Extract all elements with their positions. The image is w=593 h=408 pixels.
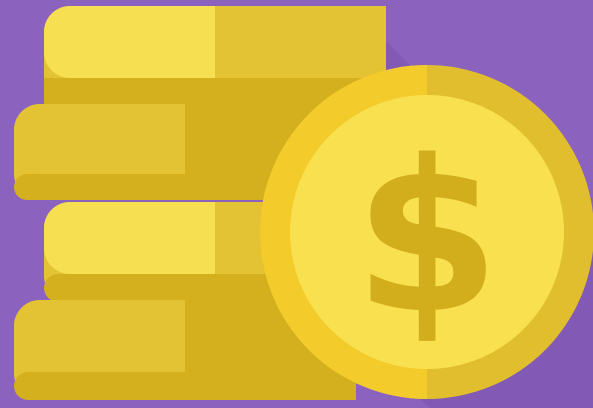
coin-bar-1 <box>44 6 386 106</box>
illustration-canvas: $ <box>0 0 593 408</box>
dollar-coin: $ <box>260 65 593 399</box>
coin-stack-dollar-illustration: $ <box>0 0 593 408</box>
dollar-sign-icon: $ <box>354 115 500 360</box>
